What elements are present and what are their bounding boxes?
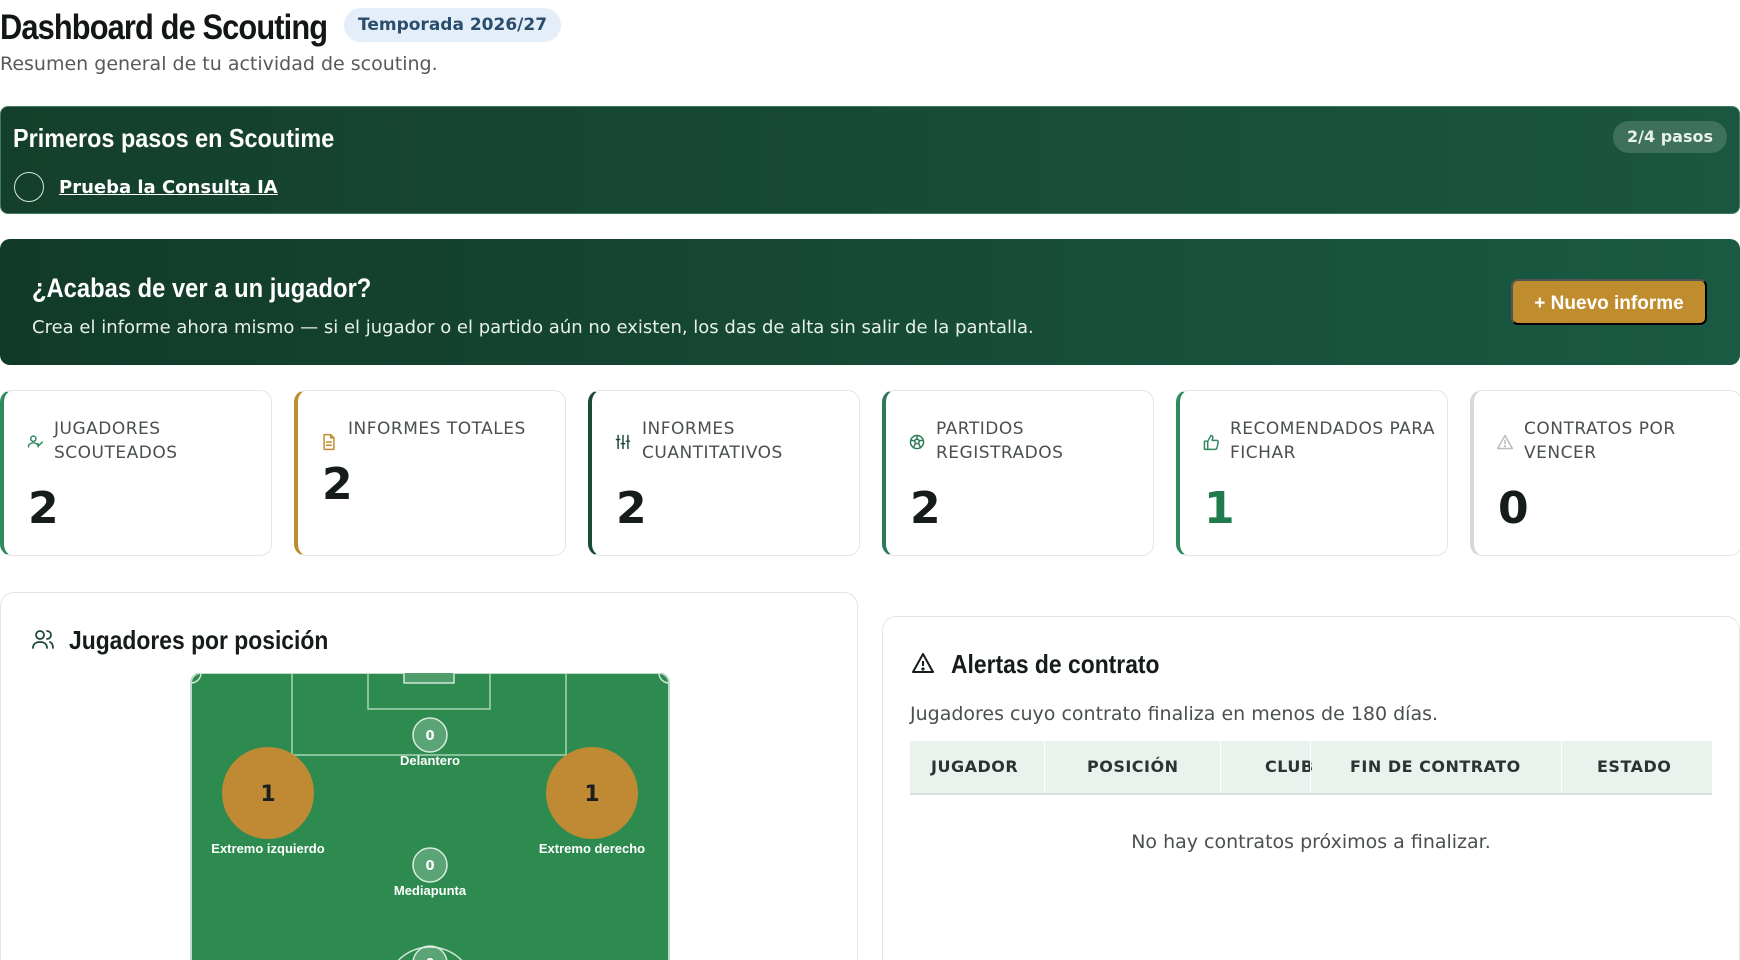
position-label: Extremo derecho (539, 841, 645, 856)
new-report-button[interactable]: + Nuevo informe (1511, 279, 1707, 325)
column-divider (1220, 741, 1221, 793)
stat-card-1[interactable]: JUGADORES SCOUTEADOS 2 (0, 390, 272, 556)
stat-label: CONTRATOS POR VENCER (1524, 419, 1676, 463)
stats-row: JUGADORES SCOUTEADOS 2 INFORMES TOTALES 2 IN… (0, 390, 1740, 556)
task-link-consulta-ia[interactable]: Prueba la Consulta IA (59, 177, 278, 198)
sliders-icon (615, 434, 631, 450)
stat-value: 1 (1204, 483, 1235, 534)
warning-icon (1496, 434, 1514, 450)
column-header[interactable]: POSICIÓN (1087, 741, 1179, 793)
pitch-diagram: 0 Delantero 1 Extremo izquierdo 1 Extremo der… (190, 673, 670, 960)
stat-label: PARTIDOS REGISTRADOS (936, 419, 1064, 463)
stat-label: JUGADORES SCOUTEADOS (54, 419, 178, 463)
column-divider (1310, 741, 1311, 793)
column-divider (1044, 741, 1045, 793)
column-header[interactable]: JUGADOR (931, 741, 1018, 793)
page-header: Dashboard de Scouting Temporada 2026/27 … (0, 8, 1740, 80)
stat-value: 2 (322, 459, 353, 510)
task-checkbox[interactable] (14, 172, 44, 202)
stat-card-5[interactable]: RECOMENDADOS PARA FICHAR 1 (1176, 390, 1448, 556)
stat-card-2[interactable]: INFORMES TOTALES 2 (294, 390, 566, 556)
goal (403, 673, 455, 684)
position-label: Extremo izquierdo (211, 841, 324, 856)
users-icon (32, 630, 54, 649)
stat-card-6[interactable]: CONTRATOS POR VENCER 0 (1470, 390, 1740, 556)
page-subtitle: Resumen general de tu actividad de scout… (0, 53, 438, 75)
position-count: 1 (584, 782, 599, 807)
contracts-table: JUGADOR POSICIÓN CLUB FIN DE CONTRATO ESTADO… (910, 741, 1712, 853)
onboarding-title: Primeros pasos en Scoutime (13, 123, 335, 153)
stat-value: 0 (1498, 483, 1529, 534)
table-header: JUGADOR POSICIÓN CLUB FIN DE CONTRATO ESTADO (910, 741, 1712, 795)
stat-label: INFORMES CUANTITATIVOS (642, 419, 783, 463)
new-report-banner: ¿Acabas de ver a un jugador? Crea el inf… (0, 239, 1740, 365)
stat-card-4[interactable]: PARTIDOS REGISTRADOS 2 (882, 390, 1154, 556)
contract-alerts-card: Alertas de contrato Jugadores cuyo contr… (882, 616, 1740, 960)
stat-card-3[interactable]: INFORMES CUANTITATIVOS 2 (588, 390, 860, 556)
stat-value: 2 (28, 483, 59, 534)
onboarding-panel: Primeros pasos en Scoutime 2/4 pasos Pru… (0, 106, 1740, 214)
position-count: 0 (425, 859, 434, 874)
column-header[interactable]: CLUB (1265, 741, 1314, 793)
positions-card: Jugadores por posición 0 Delantero 1 Extrem… (0, 592, 858, 960)
ball-icon (909, 434, 925, 450)
banner-text: Crea el informe ahora mismo — si el juga… (32, 317, 1034, 338)
position-label: Delantero (400, 753, 460, 768)
column-header[interactable]: FIN DE CONTRATO (1350, 741, 1521, 793)
stat-value: 2 (616, 483, 647, 534)
stat-label: INFORMES TOTALES (348, 419, 526, 439)
season-badge[interactable]: Temporada 2026/27 (344, 8, 562, 42)
column-divider (1561, 741, 1562, 793)
stat-value: 2 (910, 483, 941, 534)
positions-title: Jugadores por posición (69, 625, 329, 655)
alerts-description: Jugadores cuyo contrato finaliza en meno… (910, 703, 1439, 725)
empty-message: No hay contratos próximos a finalizar. (1131, 831, 1491, 853)
user-icon (27, 435, 44, 448)
position-count: 0 (425, 729, 434, 744)
page-title: Dashboard de Scouting (0, 8, 328, 47)
stat-label: RECOMENDADOS PARA FICHAR (1230, 419, 1436, 463)
onboarding-steps-badge: 2/4 pasos (1613, 121, 1727, 153)
position-count: 1 (260, 782, 275, 807)
column-header[interactable]: ESTADO (1597, 741, 1671, 793)
document-icon (323, 433, 335, 451)
warning-icon (912, 653, 934, 673)
alerts-title: Alertas de contrato (951, 649, 1160, 679)
thumbs-up-icon (1203, 434, 1219, 451)
position-label: Mediapunta (394, 883, 467, 898)
banner-title: ¿Acabas de ver a un jugador? (32, 273, 372, 303)
